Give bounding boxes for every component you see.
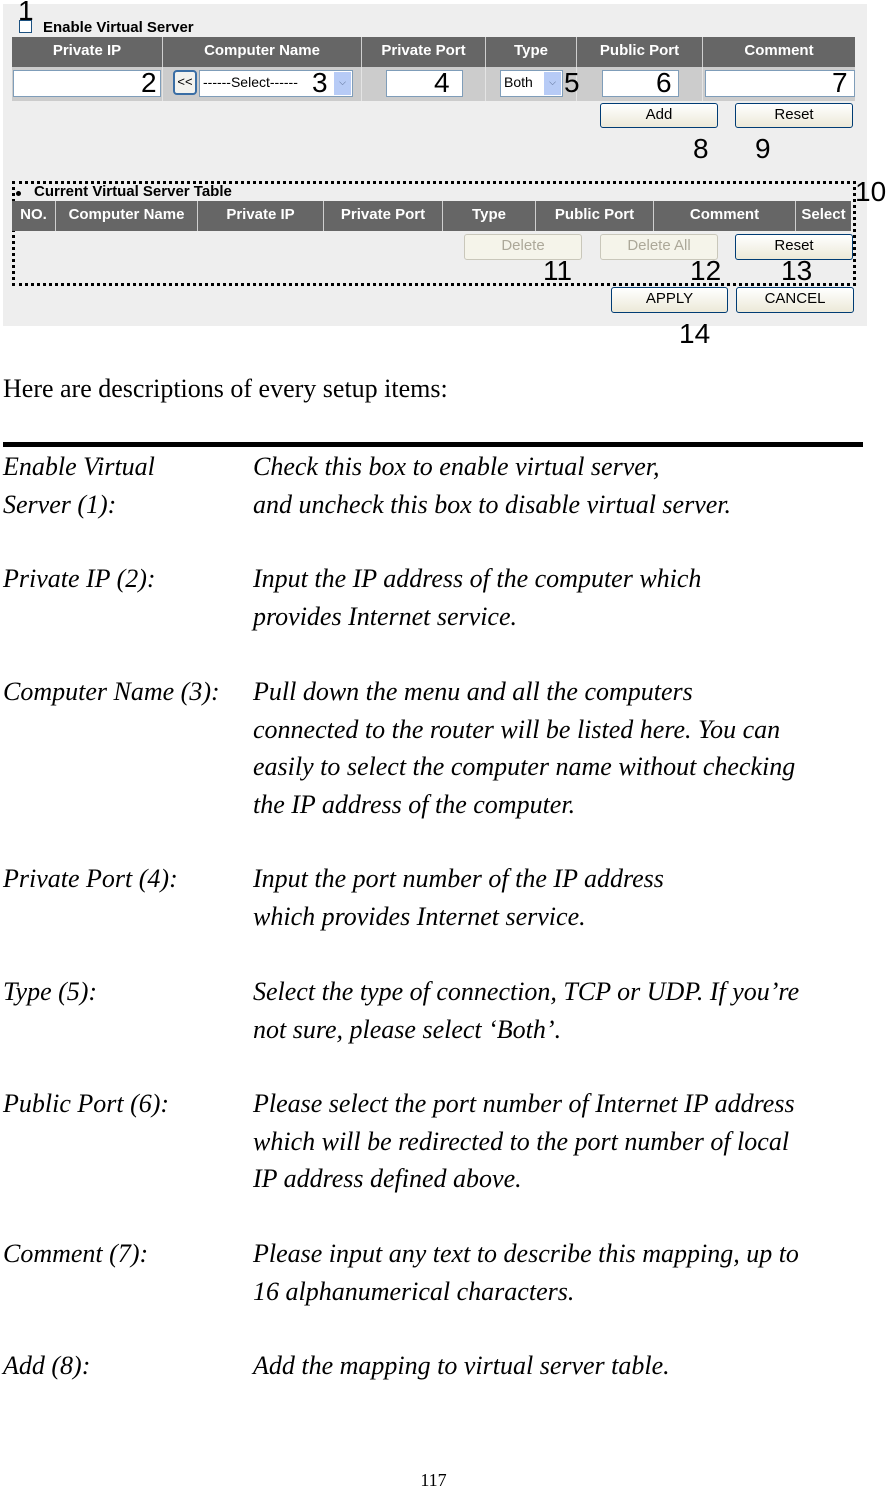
- description-term: Type (5):: [3, 973, 97, 1011]
- private-ip-input[interactable]: [13, 70, 161, 97]
- description-term: Comment (7):: [3, 1235, 148, 1273]
- page-number: 117: [420, 1470, 447, 1490]
- callout-4: 4: [434, 67, 450, 98]
- text-line: 16 alphanumerical characters.: [253, 1276, 575, 1306]
- horizontal-rule: [3, 442, 863, 447]
- header-public-port: Public Port: [536, 201, 654, 231]
- computer-name-select[interactable]: ------Select------ ⌵: [199, 70, 353, 97]
- callout-6: 6: [656, 67, 672, 98]
- text-line: Please select the port number of Interne…: [253, 1089, 795, 1118]
- header-computer-name: Computer Name: [163, 37, 362, 67]
- text-line: and uncheck this box to disable virtual …: [253, 489, 732, 519]
- private-port-input[interactable]: [386, 70, 463, 97]
- header-no: NO.: [12, 201, 56, 231]
- term-line: Private IP (2):: [3, 564, 156, 593]
- header-comment: Comment: [654, 201, 796, 231]
- intro-paragraph: Here are descriptions of every setup ite…: [3, 374, 448, 403]
- text-line: which will be redirected to the port num…: [253, 1126, 790, 1156]
- header-private-port: Private Port: [362, 37, 486, 67]
- description-term: Add (8):: [3, 1347, 90, 1385]
- text-line: Check this box to enable virtual server,: [253, 452, 660, 481]
- callout-8: 8: [693, 133, 709, 164]
- current-table-title: Current Virtual Server Table: [34, 183, 232, 200]
- header-computer-name: Computer Name: [56, 201, 198, 231]
- virtual-server-screenshot: Enable Virtual Server Private IP Compute…: [3, 4, 867, 326]
- type-select-value: Both: [504, 74, 533, 90]
- callout-7: 7: [832, 67, 848, 98]
- text-line: which provides Internet service.: [253, 901, 586, 931]
- description-text: Select the type of connection, TCP or UD…: [253, 973, 883, 1048]
- enable-virtual-server-label: Enable Virtual Server: [43, 19, 194, 36]
- description-text: Input the port number of the IP address w…: [253, 860, 883, 935]
- callout-12: 12: [690, 255, 722, 286]
- copy-computer-name-button[interactable]: <<: [173, 70, 197, 95]
- text-line: the IP address of the computer.: [253, 789, 576, 819]
- apply-button[interactable]: APPLY: [611, 287, 728, 313]
- description-text: Check this box to enable virtual server,…: [253, 448, 883, 523]
- header-public-port: Public Port: [577, 37, 703, 67]
- term-line: Server (1):: [3, 489, 117, 519]
- callout-9: 9: [755, 133, 771, 164]
- text-line: Input the port number of the IP address: [253, 864, 664, 893]
- text-line: Add the mapping to virtual server table.: [253, 1351, 670, 1380]
- term-line: Private Port (4):: [3, 864, 178, 893]
- text-line: provides Internet service.: [253, 601, 517, 631]
- term-line: Computer Name (3):: [3, 677, 220, 706]
- description-text: Pull down the menu and all the computers…: [253, 673, 883, 823]
- term-line: Add (8):: [3, 1351, 91, 1380]
- header-type: Type: [443, 201, 536, 231]
- chevron-down-icon[interactable]: ⌵: [334, 72, 351, 95]
- chevron-down-icon[interactable]: ⌵: [544, 72, 561, 95]
- callout-1: 1: [18, 0, 34, 26]
- description-text: Please input any text to describe this m…: [253, 1235, 883, 1310]
- cancel-button[interactable]: CANCEL: [736, 287, 854, 313]
- description-text: Input the IP address of the computer whi…: [253, 560, 883, 635]
- term-line: Type (5):: [3, 977, 98, 1006]
- header-comment: Comment: [703, 37, 855, 67]
- bullet-icon: [16, 191, 21, 196]
- term-line: Public Port (6):: [3, 1089, 170, 1118]
- text-line: connected to the router will be listed h…: [253, 714, 781, 744]
- header-type: Type: [486, 37, 577, 67]
- header-private-ip: Private IP: [12, 37, 163, 67]
- term-line: Enable Virtual: [3, 452, 155, 481]
- callout-11: 11: [543, 255, 573, 286]
- reset-entry-button[interactable]: Reset: [735, 103, 853, 128]
- callout-13: 13: [781, 255, 813, 286]
- text-line: IP address defined above.: [253, 1164, 522, 1193]
- add-button[interactable]: Add: [600, 103, 718, 128]
- description-term: Private IP (2):: [3, 560, 156, 598]
- description-term: Enable Virtual Server (1):: [3, 448, 155, 523]
- text-line: Select the type of connection, TCP or UD…: [253, 977, 800, 1006]
- callout-2: 2: [141, 67, 157, 98]
- term-line: Comment (7):: [3, 1239, 149, 1268]
- text-line: not sure, please select ‘Both’.: [253, 1014, 562, 1044]
- description-term: Public Port (6):: [3, 1085, 169, 1123]
- description-term: Private Port (4):: [3, 860, 178, 898]
- text-line: Please input any text to describe this m…: [253, 1239, 799, 1268]
- header-private-ip: Private IP: [198, 201, 324, 231]
- description-text: Add the mapping to virtual server table.: [253, 1347, 883, 1385]
- callout-14: 14: [679, 318, 711, 349]
- header-select: Select: [796, 201, 851, 231]
- description-text: Please select the port number of Interne…: [253, 1085, 883, 1198]
- callout-5: 5: [564, 67, 580, 98]
- text-line: easily to select the computer name witho…: [253, 752, 796, 781]
- text-line: Pull down the menu and all the computers: [253, 677, 693, 706]
- text-line: Input the IP address of the computer whi…: [253, 564, 702, 593]
- callout-3: 3: [312, 67, 328, 98]
- computer-name-select-value: ------Select------: [203, 74, 298, 90]
- header-private-port: Private Port: [324, 201, 443, 231]
- callout-10: 10: [855, 176, 887, 207]
- type-select[interactable]: Both ⌵: [500, 70, 563, 97]
- description-term: Computer Name (3):: [3, 673, 220, 711]
